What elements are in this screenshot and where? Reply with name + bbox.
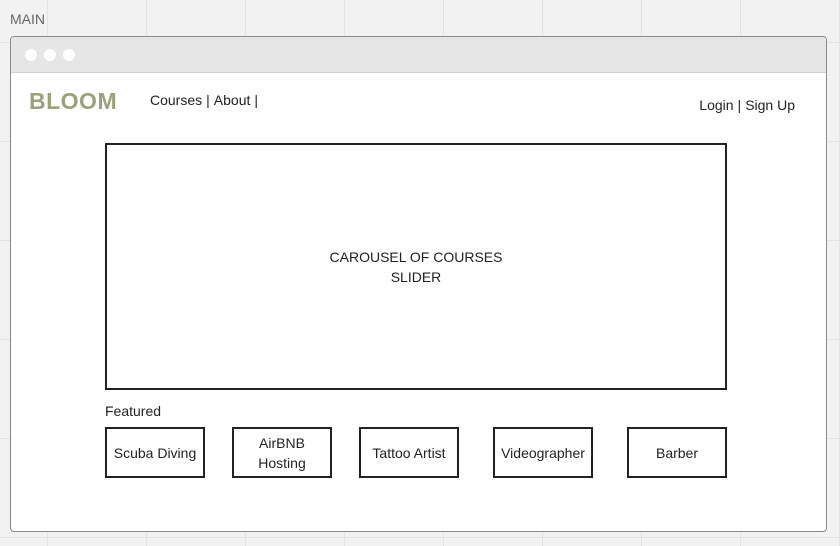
window-close-dot[interactable] [25,49,37,61]
featured-heading: Featured [105,403,162,419]
main-nav: Courses | About | [150,92,262,108]
login-link[interactable]: Login [699,97,733,113]
carousel-subtitle: SLIDER [390,268,442,285]
window-minimize-dot[interactable] [44,49,56,61]
nav-about-link[interactable]: About [214,92,251,108]
featured-card-label: Videographer [501,444,585,461]
window-maximize-dot[interactable] [63,49,75,61]
featured-card-airbnb-hosting[interactable]: AirBNB Hosting [232,427,332,478]
featured-card-label: AirBNB Hosting [258,434,306,471]
featured-card-label: Tattoo Artist [372,444,446,461]
frame-label: MAIN [10,11,45,27]
featured-card-tattoo-artist[interactable]: Tattoo Artist [359,427,459,478]
auth-nav: Login | Sign Up [699,97,795,113]
featured-card-barber[interactable]: Barber [627,427,727,478]
logo[interactable]: BLOOM [29,88,117,115]
browser-window: BLOOM Courses | About | Login | Sign Up CAROU… [10,36,827,532]
featured-card-videographer[interactable]: Videographer [493,427,593,478]
auth-separator: | [737,97,742,113]
signup-link[interactable]: Sign Up [745,97,795,113]
window-titlebar [11,37,826,73]
course-carousel[interactable]: CAROUSEL OF COURSES SLIDER [105,143,727,390]
nav-separator: | [254,92,259,108]
nav-courses-link[interactable]: Courses [150,92,202,108]
nav-separator: | [206,92,210,108]
featured-card-label: Barber [655,444,699,461]
featured-card-label: Scuba Diving [113,444,197,461]
featured-card-scuba-diving[interactable]: Scuba Diving [105,427,205,478]
carousel-title: CAROUSEL OF COURSES [329,248,503,265]
